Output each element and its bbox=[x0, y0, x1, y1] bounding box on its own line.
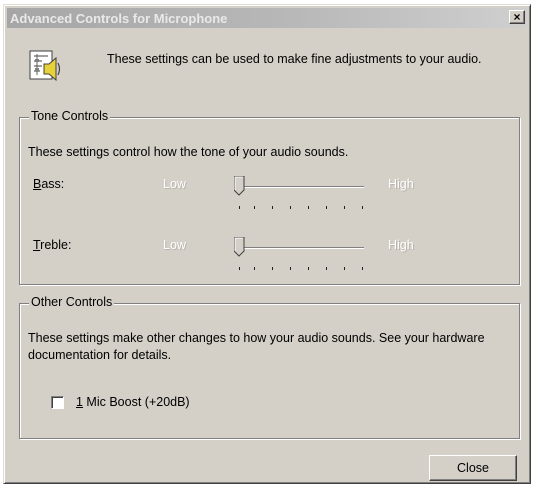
speaker-settings-icon bbox=[29, 50, 61, 82]
close-icon[interactable]: × bbox=[509, 10, 525, 24]
treble-tick bbox=[344, 267, 345, 270]
other-controls-group: Other Controls These settings make other… bbox=[19, 295, 520, 439]
bass-tick bbox=[239, 206, 240, 209]
bass-tick bbox=[308, 206, 309, 209]
bass-label: Bass: bbox=[33, 177, 65, 191]
tone-controls-group: Tone Controls These settings control how… bbox=[19, 109, 520, 285]
bass-tick bbox=[362, 206, 363, 209]
treble-tick bbox=[362, 267, 363, 270]
dialog-window: Advanced Controls for Microphone × These… bbox=[3, 4, 531, 484]
bass-tick bbox=[290, 206, 291, 209]
bass-tick bbox=[272, 206, 273, 209]
treble-tick bbox=[254, 267, 255, 270]
treble-tick bbox=[290, 267, 291, 270]
bass-low-label: Low bbox=[163, 177, 186, 191]
tone-controls-description: These settings control how the tone of y… bbox=[28, 145, 349, 159]
treble-tick bbox=[239, 267, 240, 270]
treble-label: Treble: bbox=[33, 238, 72, 252]
bass-slider-thumb[interactable] bbox=[234, 176, 245, 196]
bass-tick bbox=[344, 206, 345, 209]
tone-controls-title: Tone Controls bbox=[29, 109, 111, 123]
mic-boost-checkbox[interactable] bbox=[51, 396, 64, 409]
treble-tick bbox=[326, 267, 327, 270]
bass-slider-track[interactable] bbox=[234, 186, 364, 188]
treble-slider-thumb[interactable] bbox=[234, 237, 245, 257]
mic-boost-label[interactable]: 1 Mic Boost (+20dB) bbox=[76, 395, 190, 409]
title-bar[interactable]: Advanced Controls for Microphone × bbox=[7, 8, 527, 28]
treble-slider-track[interactable] bbox=[234, 247, 364, 249]
other-controls-description: These settings make other changes to how… bbox=[28, 331, 485, 362]
close-button[interactable]: Close bbox=[429, 455, 517, 481]
other-controls-title: Other Controls bbox=[29, 295, 115, 309]
treble-high-label: High bbox=[388, 238, 414, 252]
treble-tick bbox=[272, 267, 273, 270]
bass-tick bbox=[326, 206, 327, 209]
header-description: These settings can be used to make fine … bbox=[107, 52, 482, 66]
bass-high-label: High bbox=[388, 177, 414, 191]
treble-low-label: Low bbox=[163, 238, 186, 252]
treble-tick bbox=[308, 267, 309, 270]
bass-tick bbox=[254, 206, 255, 209]
window-title: Advanced Controls for Microphone bbox=[10, 11, 228, 26]
